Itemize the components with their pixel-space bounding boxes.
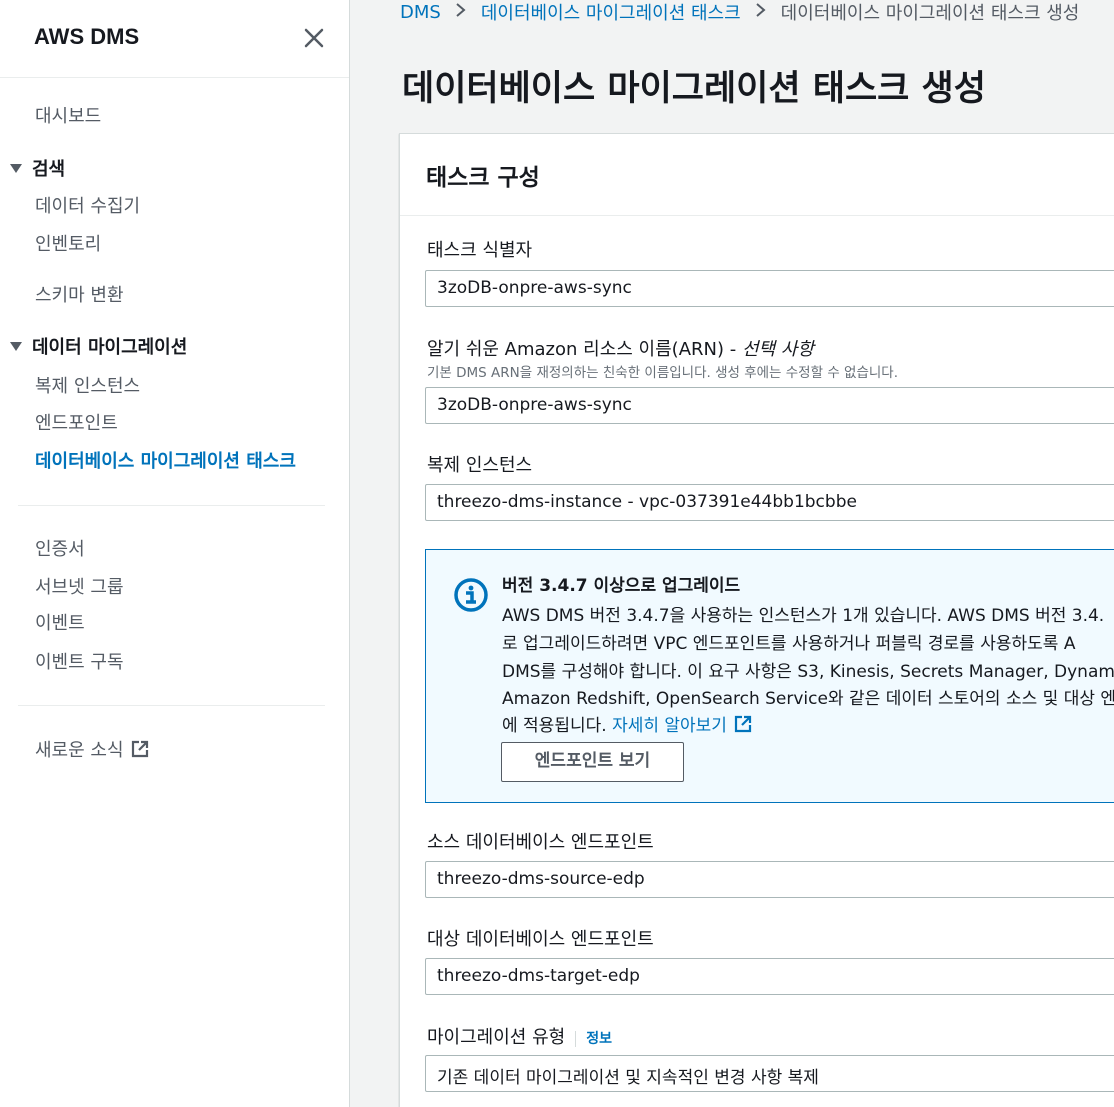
- alert-text-line: DMS를 구성해야 합니다. 이 요구 사항은 S3, Kinesis, Sec…: [502, 662, 1114, 682]
- migration-type-label-text: 마이그레이션 유형: [427, 1027, 566, 1048]
- source-endpoint-label: 소스 데이터베이스 엔드포인트: [427, 832, 654, 853]
- alert-title: 버전 3.4.7 이상으로 업그레이드: [502, 576, 741, 596]
- sidebar-item-events[interactable]: 이벤트: [35, 609, 85, 635]
- chevron-right-icon: [755, 2, 767, 23]
- friendly-arn-input[interactable]: 3zoDB-onpre-aws-sync: [425, 387, 1114, 424]
- sidebar-section-discover[interactable]: 검색: [10, 155, 65, 181]
- alert-text-line: Amazon Redshift, OpenSearch Service와 같은 …: [502, 689, 1114, 709]
- sidebar-divider: [18, 505, 325, 506]
- optional-tag: 선택 사항: [741, 339, 814, 360]
- sidebar-item-schema-conversion[interactable]: 스키마 변환: [35, 281, 124, 307]
- breadcrumb: DMS 데이터베이스 마이그레이션 태스크 데이터베이스 마이그레이션 태스크 …: [400, 0, 1080, 25]
- sidebar-divider: [18, 705, 325, 706]
- breadcrumb-link-dms[interactable]: DMS: [400, 2, 441, 23]
- target-endpoint-select[interactable]: threezo-dms-target-edp: [425, 958, 1114, 995]
- sidebar-item-label: 새로운 소식: [35, 740, 124, 761]
- alert-text-line: AWS DMS 버전 3.4.7을 사용하는 인스턴스가 1개 있습니다. AW…: [502, 606, 1105, 626]
- sidebar-header: AWS DMS: [0, 0, 349, 78]
- sidebar-item-subnet-groups[interactable]: 서브넷 그룹: [35, 573, 124, 599]
- alert-text-end: 에 적용됩니다.: [502, 716, 613, 736]
- sidebar-item-inventory[interactable]: 인벤토리: [35, 230, 101, 256]
- friendly-arn-label-text: 알기 쉬운 Amazon 리소스 이름(ARN) -: [427, 339, 742, 360]
- sidebar: AWS DMS 대시보드 검색 데이터 수집기 인벤토리 스키마 변환 데이터 …: [0, 0, 350, 1107]
- panel-title: 태스크 구성: [426, 165, 540, 191]
- external-link-icon[interactable]: [733, 714, 753, 739]
- caret-down-icon: [10, 163, 22, 173]
- friendly-arn-description: 기본 DMS ARN을 재정의하는 친숙한 이름입니다. 생성 후에는 수정할 …: [427, 365, 899, 381]
- source-endpoint-select[interactable]: threezo-dms-source-edp: [425, 861, 1114, 898]
- page-title: 데이터베이스 마이그레이션 태스크 생성: [402, 69, 986, 109]
- info-link[interactable]: 정보: [575, 1031, 612, 1047]
- sidebar-item-data-collectors[interactable]: 데이터 수집기: [35, 192, 140, 218]
- sidebar-section-label: 데이터 마이그레이션: [32, 337, 188, 358]
- close-icon[interactable]: [300, 24, 328, 52]
- sidebar-title: AWS DMS: [34, 24, 140, 49]
- external-link-icon: [130, 739, 150, 764]
- sidebar-item-whats-new[interactable]: 새로운 소식: [35, 736, 150, 764]
- migration-type-select[interactable]: 기존 데이터 마이그레이션 및 지속적인 변경 사항 복제: [425, 1055, 1114, 1092]
- task-identifier-input[interactable]: 3zoDB-onpre-aws-sync: [425, 270, 1114, 307]
- replication-instance-select[interactable]: threezo-dms-instance - vpc-037391e44bb1b…: [425, 484, 1114, 521]
- sidebar-section-migration[interactable]: 데이터 마이그레이션: [10, 333, 187, 359]
- caret-down-icon: [10, 341, 22, 351]
- sidebar-item-endpoints[interactable]: 엔드포인트: [35, 409, 118, 435]
- view-endpoints-button[interactable]: 엔드포인트 보기: [501, 742, 684, 782]
- alert-text-line: 에 적용됩니다. 자세히 알아보기: [502, 711, 753, 739]
- friendly-arn-label: 알기 쉬운 Amazon 리소스 이름(ARN) - 선택 사항: [427, 335, 814, 361]
- sidebar-item-dashboard[interactable]: 대시보드: [35, 102, 101, 128]
- learn-more-link[interactable]: 자세히 알아보기: [612, 716, 727, 736]
- breadcrumb-link-tasks[interactable]: 데이터베이스 마이그레이션 태스크: [481, 0, 741, 25]
- migration-type-label: 마이그레이션 유형 정보: [427, 1023, 612, 1049]
- replication-instance-label: 복제 인스턴스: [427, 455, 533, 476]
- upgrade-info-alert: 버전 3.4.7 이상으로 업그레이드 AWS DMS 버전 3.4.7을 사용…: [425, 549, 1114, 803]
- task-identifier-label: 태스크 식별자: [427, 240, 533, 261]
- sidebar-item-replication-instances[interactable]: 복제 인스턴스: [35, 372, 140, 398]
- chevron-right-icon: [455, 2, 467, 23]
- sidebar-item-event-subscriptions[interactable]: 이벤트 구독: [35, 648, 124, 674]
- target-endpoint-label: 대상 데이터베이스 엔드포인트: [427, 929, 654, 950]
- info-icon: [454, 578, 488, 616]
- sidebar-item-db-migration-tasks[interactable]: 데이터베이스 마이그레이션 태스크: [35, 447, 296, 473]
- breadcrumb-current: 데이터베이스 마이그레이션 태스크 생성: [780, 3, 1080, 24]
- panel-header: 태스크 구성: [400, 134, 1114, 216]
- alert-text-line: 로 업그레이드하려면 VPC 엔드포인트를 사용하거나 퍼블릭 경로를 사용하도…: [502, 634, 1076, 654]
- sidebar-item-certificates[interactable]: 인증서: [35, 535, 85, 561]
- sidebar-section-label: 검색: [32, 159, 66, 180]
